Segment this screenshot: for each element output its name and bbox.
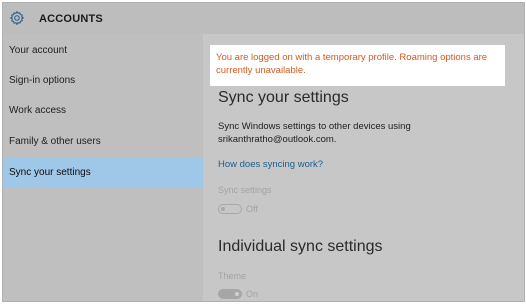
temporary-profile-notice: You are logged on with a temporary profi… (210, 45, 505, 86)
gear-icon (9, 10, 25, 26)
settings-window: ACCOUNTS Your account Sign-in options Wo… (2, 2, 525, 302)
sidebar-item-sync-your-settings[interactable]: Sync your settings (3, 158, 203, 187)
sync-settings-toggle[interactable] (218, 204, 242, 214)
sync-settings-state: Off (246, 204, 258, 214)
notice-text: You are logged on with a temporary profi… (216, 52, 488, 76)
toggle-knob (235, 292, 239, 296)
sync-description: Sync Windows settings to other devices u… (218, 121, 411, 145)
how-syncing-works-link[interactable]: How does syncing work? (218, 159, 323, 170)
main-content: You are logged on with a temporary profi… (203, 34, 524, 301)
toggle-knob (221, 207, 225, 211)
app-title: ACCOUNTS (39, 13, 103, 25)
page-title: Sync your settings (218, 89, 349, 106)
sidebar-item-your-account[interactable]: Your account (3, 36, 203, 65)
sidebar-item-family-other-users[interactable]: Family & other users (3, 127, 203, 156)
theme-toggle[interactable] (218, 289, 242, 299)
title-bar: ACCOUNTS (3, 3, 524, 34)
sidebar-item-work-access[interactable]: Work access (3, 96, 203, 125)
theme-label: Theme (218, 271, 247, 281)
sync-settings-label: Sync settings (218, 185, 272, 195)
sidebar-item-sign-in-options[interactable]: Sign-in options (3, 66, 203, 95)
individual-sync-heading: Individual sync settings (218, 238, 383, 255)
theme-state: On (246, 289, 259, 299)
sidebar: Your account Sign-in options Work access… (3, 34, 203, 301)
